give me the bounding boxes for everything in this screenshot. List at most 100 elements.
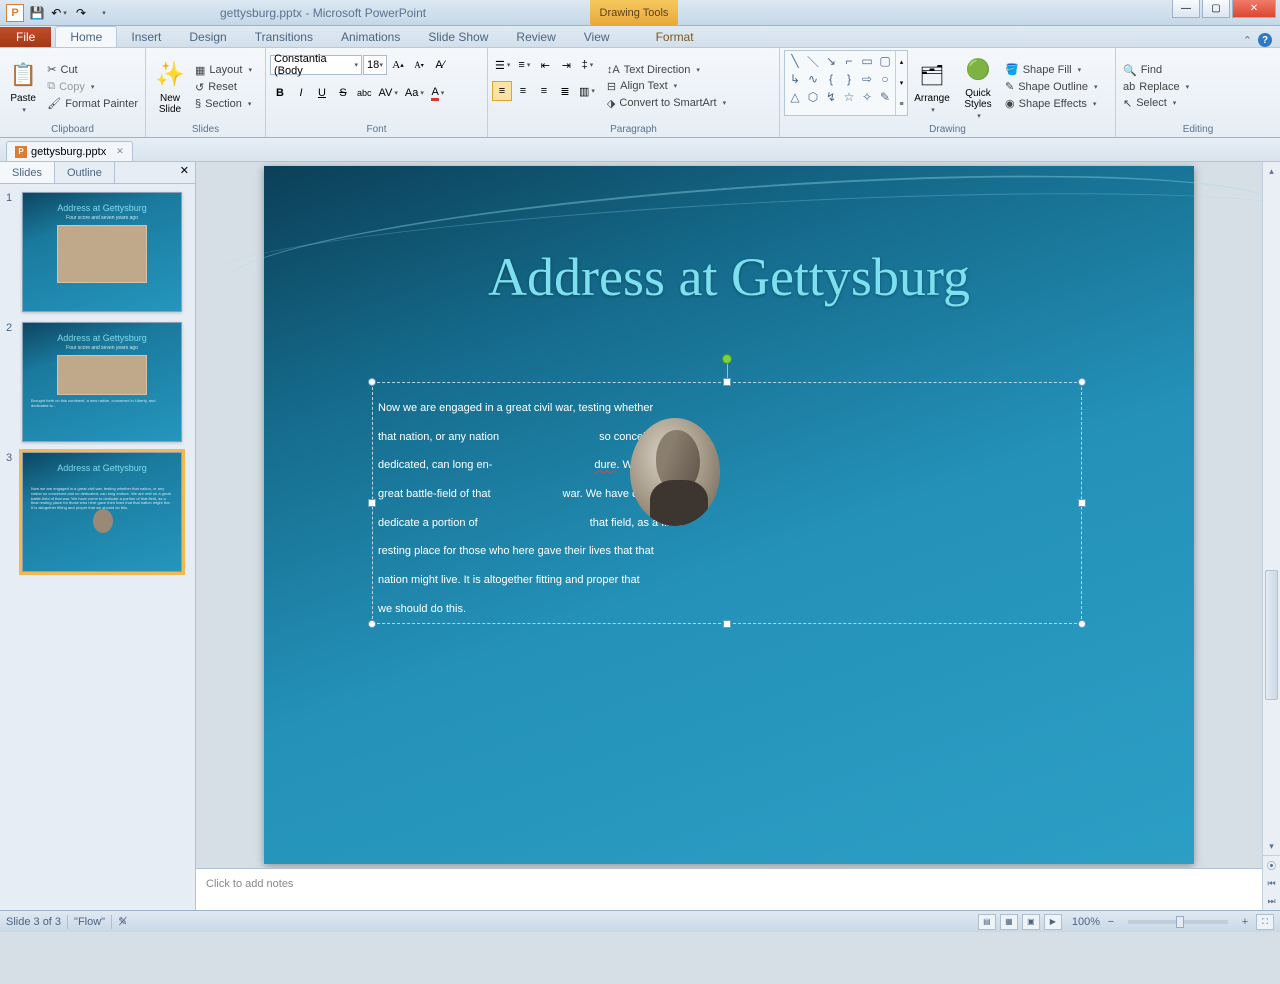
select-button[interactable]: ↖Select▾ — [1120, 96, 1192, 111]
maximize-button[interactable]: ▢ — [1202, 0, 1230, 18]
powerpoint-icon[interactable]: P — [6, 4, 24, 22]
reset-button[interactable]: ↺Reset — [192, 80, 255, 95]
zoom-knob[interactable] — [1176, 916, 1184, 928]
numbering-button[interactable]: ≡▾ — [514, 55, 534, 75]
slide[interactable]: Address at Gettysburg Now we are engaged… — [264, 166, 1194, 864]
vertical-scrollbar[interactable]: ▴ ▾ ⦿ ⏮ ⏭ — [1262, 162, 1280, 910]
home-tab[interactable]: Home — [55, 26, 117, 47]
paste-button[interactable]: 📋 Paste ▾ — [4, 50, 42, 123]
shape-line-icon[interactable]: ╲ — [787, 53, 803, 69]
slideshow-tab[interactable]: Slide Show — [414, 27, 502, 47]
new-slide-button[interactable]: ✨ New Slide — [150, 50, 190, 123]
shape-tri-icon[interactable]: △ — [787, 89, 803, 105]
zoom-level[interactable]: 100% — [1072, 916, 1100, 928]
shape-star-icon[interactable]: ☆ — [841, 89, 857, 105]
font-name-input[interactable]: Constantia (Body▾ — [270, 55, 362, 75]
shape-rect2-icon[interactable]: ▢ — [877, 53, 893, 69]
format-tab[interactable]: Format — [642, 27, 708, 47]
prev-slide-btn[interactable]: ⏮ — [1263, 874, 1280, 892]
arrange-button[interactable]: 🗂 Arrange▾ — [910, 50, 954, 123]
redo-icon[interactable]: ↷ — [72, 4, 90, 22]
body-text[interactable]: Now we are engaged in a great civil war,… — [378, 390, 1076, 616]
shape-free4-icon[interactable]: ✎ — [877, 89, 893, 105]
columns-button[interactable]: ▥▾ — [576, 81, 598, 101]
prev-slide-icon[interactable]: ⦿ — [1263, 856, 1280, 874]
gallery-down-icon[interactable]: ▾ — [896, 72, 907, 93]
font-color-button[interactable]: A▾ — [428, 83, 448, 103]
shadow-button[interactable]: abc — [354, 83, 375, 103]
insert-tab[interactable]: Insert — [117, 27, 175, 47]
bold-button[interactable]: B — [270, 83, 290, 103]
shrink-font-button[interactable]: A▾ — [409, 55, 429, 75]
layout-button[interactable]: ▦Layout▾ — [192, 63, 255, 78]
scroll-thumb[interactable] — [1265, 570, 1278, 700]
shape-oval-icon[interactable]: ○ — [877, 71, 893, 87]
align-center-button[interactable]: ≡ — [513, 81, 533, 101]
text-placeholder[interactable]: Now we are engaged in a great civil war,… — [372, 382, 1082, 624]
lincoln-image[interactable] — [630, 418, 720, 526]
theme-indicator[interactable]: "Flow" — [74, 916, 105, 928]
find-button[interactable]: 🔍Find — [1120, 63, 1192, 78]
format-painter-button[interactable]: 🖌Format Painter — [44, 96, 141, 111]
shape-rect-icon[interactable]: ▭ — [859, 53, 875, 69]
normal-view-button[interactable]: ▤ — [978, 914, 996, 930]
design-tab[interactable]: Design — [175, 27, 240, 47]
slide-thumbnail-1[interactable]: Address at Gettysburg Four score and sev… — [22, 192, 182, 312]
shape-free-icon[interactable]: ∿ — [805, 71, 821, 87]
spell-check-icon[interactable]: ✎̸ — [118, 915, 127, 928]
resize-handle[interactable] — [1078, 499, 1086, 507]
shape-arrow-icon[interactable]: ↘ — [823, 53, 839, 69]
resize-handle[interactable] — [1078, 378, 1086, 386]
increase-indent-button[interactable]: ⇥ — [556, 55, 576, 75]
cut-button[interactable]: ✂Cut — [44, 62, 141, 77]
change-case-button[interactable]: Aa▾ — [402, 83, 427, 103]
slide-title[interactable]: Address at Gettysburg — [264, 246, 1194, 308]
font-size-input[interactable]: 18▾ — [363, 55, 387, 75]
shape-free3-icon[interactable]: ✧ — [859, 89, 875, 105]
scroll-down-icon[interactable]: ▾ — [1263, 837, 1280, 855]
qat-customize-icon[interactable]: ▾ — [94, 4, 112, 22]
sorter-view-button[interactable]: ▦ — [1000, 914, 1018, 930]
decrease-indent-button[interactable]: ⇤ — [535, 55, 555, 75]
italic-button[interactable]: I — [291, 83, 311, 103]
section-button[interactable]: §Section▾ — [192, 97, 255, 111]
copy-button[interactable]: ⧉Copy▾ — [44, 79, 141, 94]
grow-font-button[interactable]: A▴ — [388, 55, 408, 75]
outline-tab-label[interactable]: Outline — [55, 162, 115, 183]
document-tab[interactable]: P gettysburg.pptx ✕ — [6, 141, 133, 161]
close-button[interactable]: ✕ — [1232, 0, 1276, 18]
file-tab[interactable]: File — [0, 27, 51, 47]
align-left-button[interactable]: ≡ — [492, 81, 512, 101]
rotation-handle[interactable] — [722, 354, 732, 364]
minimize-button[interactable]: — — [1172, 0, 1200, 18]
line-spacing-button[interactable]: ‡▾ — [577, 55, 597, 75]
fit-window-button[interactable]: ⛶ — [1256, 914, 1274, 930]
zoom-in-button[interactable]: + — [1238, 916, 1252, 928]
zoom-out-button[interactable]: − — [1104, 916, 1118, 928]
review-tab[interactable]: Review — [502, 27, 569, 47]
shape-hex-icon[interactable]: ⬡ — [805, 89, 821, 105]
animations-tab[interactable]: Animations — [327, 27, 414, 47]
zoom-slider[interactable] — [1128, 920, 1228, 924]
resize-handle[interactable] — [723, 620, 731, 628]
underline-button[interactable]: U — [312, 83, 332, 103]
slides-tab-label[interactable]: Slides — [0, 162, 55, 183]
gallery-more-icon[interactable]: ≡ — [896, 94, 907, 115]
shape-fill-button[interactable]: 🪣Shape Fill▾ — [1002, 62, 1100, 77]
convert-smartart-button[interactable]: ⬗Convert to SmartArt▾ — [604, 96, 729, 111]
shape-connector-icon[interactable]: ⌐ — [841, 53, 857, 69]
scroll-up-icon[interactable]: ▴ — [1263, 162, 1280, 180]
reading-view-button[interactable]: ▣ — [1022, 914, 1040, 930]
strikethrough-button[interactable]: S — [333, 83, 353, 103]
resize-handle[interactable] — [1078, 620, 1086, 628]
resize-handle[interactable] — [368, 620, 376, 628]
shapes-gallery[interactable]: ╲ ＼ ↘ ⌐ ▭ ▢ ↳ ∿ { } ⇨ ○ △ ⬡ ↯ ☆ ✧ ✎ ▴▾≡ — [784, 50, 908, 116]
slide-thumbnail-2[interactable]: Address at Gettysburg Four score and sev… — [22, 322, 182, 442]
next-slide-btn[interactable]: ⏭ — [1263, 892, 1280, 910]
shape-arrow2-icon[interactable]: ⇨ — [859, 71, 875, 87]
notes-pane[interactable]: Click to add notes — [196, 868, 1262, 910]
slideshow-view-button[interactable]: ▶ — [1044, 914, 1062, 930]
gallery-up-icon[interactable]: ▴ — [896, 51, 907, 72]
align-right-button[interactable]: ≡ — [534, 81, 554, 101]
slide-thumbnail-3[interactable]: Address at Gettysburg Now we are engaged… — [22, 452, 182, 572]
